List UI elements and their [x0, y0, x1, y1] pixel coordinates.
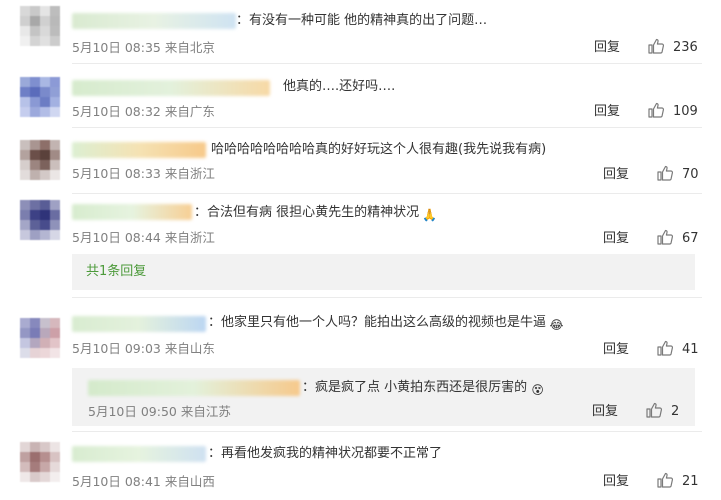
thumbs-up-icon	[647, 37, 665, 59]
like-count: 109	[673, 104, 698, 119]
comment-location: 来自山西	[164, 474, 215, 489]
like-button[interactable]: 236	[647, 37, 698, 59]
reply-button[interactable]: 回复	[592, 404, 618, 420]
like-count: 41	[682, 342, 699, 357]
thumbs-up-icon	[656, 339, 674, 361]
like-button[interactable]: 67	[656, 228, 699, 250]
comment-meta: 5月10日 09:03 来自山东	[72, 341, 215, 357]
reply-button[interactable]: 回复	[603, 342, 629, 358]
comment-feed: ：有没有一种可能 他的精神真的出了问题… 5月10日 08:35 来自北京 回复 …	[0, 0, 721, 500]
username-blurred[interactable]	[72, 13, 236, 29]
comment-time: 5月10日 08:32	[72, 104, 161, 119]
reply-button[interactable]: 回复	[594, 104, 620, 120]
thumbs-up-icon	[656, 228, 674, 250]
comment-meta: 5月10日 08:33 来自浙江	[72, 166, 215, 182]
avatar[interactable]	[20, 6, 60, 46]
like-count: 67	[682, 231, 699, 246]
comment-text: 他真的….还好吗….	[283, 79, 396, 94]
comment-location: 来自山东	[164, 341, 215, 356]
like-button[interactable]: 70	[656, 164, 699, 186]
comment-text: ：有没有一种可能 他的精神真的出了问题…	[236, 13, 488, 28]
sub-reply: ：疯是疯了点 小黄拍东西还是很厉害的 😵 5月10日 09:50 来自江苏 回复 2	[72, 368, 695, 426]
comment-time: 5月10日 08:33	[72, 166, 161, 181]
laughing-emoji-icon: 😂	[549, 318, 564, 332]
comment-text: ：再看他发疯我的精神状况都要不正常了	[208, 446, 443, 461]
like-button[interactable]: 41	[656, 339, 699, 361]
reply-meta: 5月10日 09:50 来自江苏	[88, 404, 231, 420]
reply-button[interactable]: 回复	[603, 474, 629, 490]
thumbs-up-icon	[645, 401, 663, 423]
comment-time: 5月10日 09:03	[72, 341, 161, 356]
avatar[interactable]	[20, 200, 60, 240]
avatar[interactable]	[20, 77, 60, 117]
reply-time: 5月10日 09:50	[88, 404, 177, 419]
comment-item: 他真的….还好吗…. 5月10日 08:32 来自广东 回复 109	[0, 64, 721, 128]
thumbs-up-icon	[647, 101, 665, 123]
comment-text: 哈哈哈哈哈哈哈哈真的好好玩这个人很有趣(我先说我有病)	[211, 142, 547, 157]
reply-summary-box: 共1条回复	[72, 254, 695, 290]
comment-item: ：再看他发疯我的精神状况都要不正常了 5月10日 08:41 来自山西 回复 21	[0, 432, 721, 500]
comment-item: 哈哈哈哈哈哈哈哈真的好好玩这个人很有趣(我先说我有病) 5月10日 08:33 来…	[0, 128, 721, 194]
avatar[interactable]	[20, 442, 60, 482]
comment-location: 来自广东	[164, 104, 215, 119]
view-replies-link[interactable]: 共1条回复	[86, 263, 146, 281]
comment-item: ：他家里只有他一个人吗？能拍出这么高级的视频也是牛逼 😂 5月10日 09:03 来…	[0, 298, 721, 432]
comment-meta: 5月10日 08:41 来自山西	[72, 474, 215, 490]
dizzy-emoji-icon: 😵	[531, 383, 544, 397]
avatar[interactable]	[20, 140, 60, 180]
reply-button[interactable]: 回复	[594, 40, 620, 56]
avatar[interactable]	[20, 318, 60, 358]
reply-button[interactable]: 回复	[603, 231, 629, 247]
username-blurred[interactable]	[88, 380, 300, 396]
comment-item: ：有没有一种可能 他的精神真的出了问题… 5月10日 08:35 来自北京 回复 …	[0, 0, 721, 64]
reply-text: ：疯是疯了点 小黄拍东西还是很厉害的 😵	[302, 379, 546, 399]
reply-button[interactable]: 回复	[603, 167, 629, 183]
comment-item: ：合法但有病 很担心黄先生的精神状况 🙏 5月10日 08:44 来自浙江 回复 6…	[0, 194, 721, 298]
comment-time: 5月10日 08:41	[72, 474, 161, 489]
like-count: 2	[671, 404, 680, 419]
username-blurred[interactable]	[72, 80, 270, 96]
username-blurred[interactable]	[72, 316, 206, 332]
comment-text: ：他家里只有他一个人吗？能拍出这么高级的视频也是牛逼 😂	[208, 315, 564, 332]
like-button[interactable]: 109	[647, 101, 698, 123]
comment-time: 5月10日 08:35	[72, 40, 161, 55]
comment-location: 来自浙江	[164, 166, 215, 181]
comment-location: 来自浙江	[164, 230, 215, 245]
like-count: 236	[673, 40, 698, 55]
comment-location: 来自北京	[164, 40, 215, 55]
thumbs-up-icon	[656, 471, 674, 493]
username-blurred[interactable]	[72, 142, 206, 158]
reply-location: 来自江苏	[180, 404, 231, 419]
username-blurred[interactable]	[72, 204, 192, 220]
comment-meta: 5月10日 08:32 来自广东	[72, 104, 215, 120]
like-count: 21	[682, 474, 699, 489]
like-button[interactable]: 21	[656, 471, 699, 493]
like-button[interactable]: 2	[645, 401, 680, 423]
comment-meta: 5月10日 08:35 来自北京	[72, 40, 215, 56]
username-blurred[interactable]	[72, 446, 206, 462]
comment-time: 5月10日 08:44	[72, 230, 161, 245]
like-count: 70	[682, 167, 699, 182]
comment-meta: 5月10日 08:44 来自浙江	[72, 230, 215, 246]
comment-text: ：合法但有病 很担心黄先生的精神状况 🙏	[194, 205, 438, 222]
pray-emoji-icon: 🙏	[422, 208, 438, 222]
thumbs-up-icon	[656, 164, 674, 186]
